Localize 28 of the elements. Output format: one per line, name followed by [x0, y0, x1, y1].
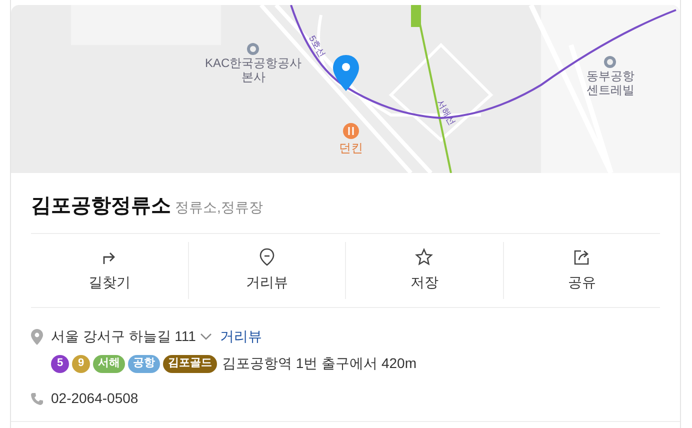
action-button[interactable]: 공유 — [502, 242, 660, 299]
place-name: 김포공항정류소 — [31, 194, 171, 219]
subway-line-badge: 김포골드 — [163, 354, 217, 372]
place-category: 정류소,정류장 — [175, 198, 263, 217]
phone-number: 02-2064-0508 — [51, 389, 138, 408]
map-place-label: 동부공항 센트레빌 — [586, 69, 634, 98]
address-text: 서울 강서구 하늘길 111 — [51, 327, 196, 346]
restaurant-marker-icon[interactable] — [342, 122, 359, 139]
map-place-label: KAC한국공항공사 본사 — [205, 56, 302, 84]
map-pin-icon[interactable] — [333, 55, 359, 91]
map-place-label: 던킨 — [338, 140, 363, 157]
subway-line-badge: 공항 — [128, 354, 160, 372]
star-icon — [415, 248, 434, 266]
share-icon — [572, 248, 591, 266]
subway-line-badge: 서해 — [93, 354, 125, 372]
subway-line-badge: 5 — [51, 354, 69, 372]
phone-icon — [31, 392, 43, 404]
poi-marker-icon[interactable] — [246, 42, 260, 56]
street-view-link[interactable]: 거리뷰 — [220, 326, 262, 347]
subway-line-badge: 9 — [72, 354, 90, 372]
poi-marker-icon[interactable] — [603, 55, 618, 70]
station-distance-text: 김포공항역 1번 출구에서 420m — [222, 354, 416, 373]
chevron-down-icon[interactable] — [200, 332, 212, 340]
action-button[interactable]: 거리뷰 — [188, 242, 345, 299]
location-pin-icon — [31, 328, 43, 344]
action-button[interactable]: 저장 — [345, 242, 502, 299]
action-button[interactable]: 길찾기 — [31, 242, 188, 299]
location-pin-icon — [258, 248, 276, 266]
